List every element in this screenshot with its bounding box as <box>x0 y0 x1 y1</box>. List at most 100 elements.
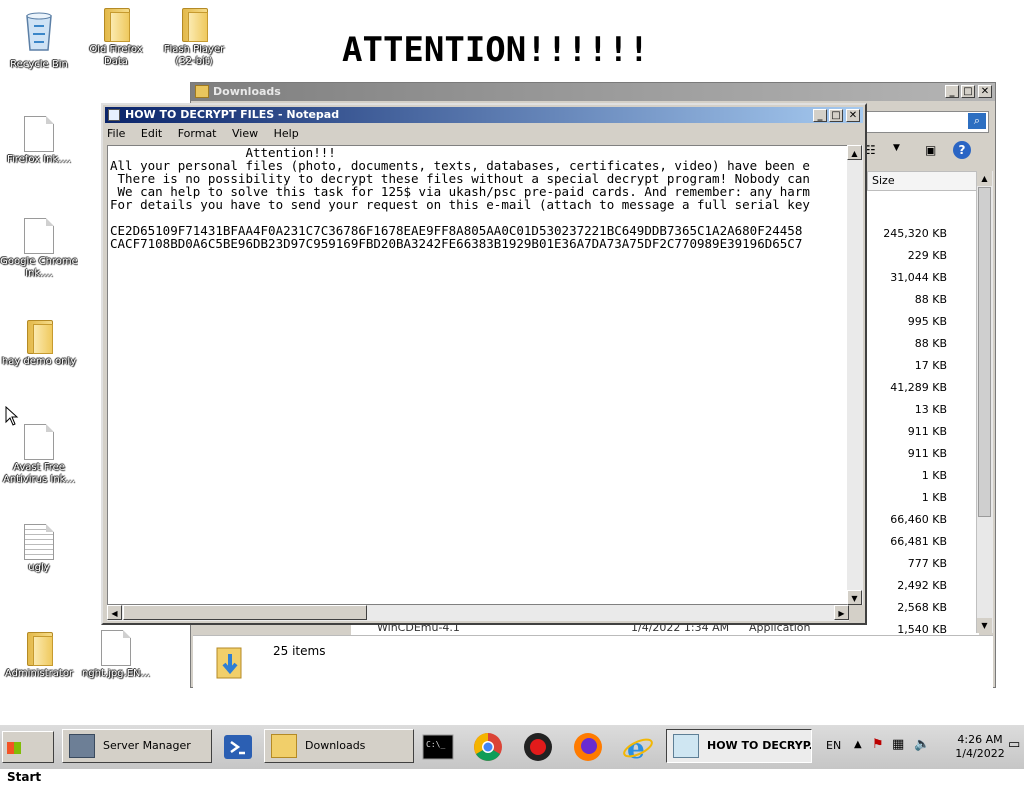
vertical-scrollbar[interactable]: ▲ ▼ <box>976 171 993 633</box>
notepad-titlebar[interactable]: HOW TO DECRYPT FILES - Notepad _ □ ✕ <box>105 107 863 123</box>
recycle-bin-icon <box>0 6 78 57</box>
size-cell: 13 KB <box>914 403 947 416</box>
network-icon[interactable]: ▦ <box>892 737 904 752</box>
volume-icon[interactable]: 🔈 <box>914 737 930 752</box>
scroll-down-arrow[interactable]: ▼ <box>847 590 862 605</box>
firefox-icon[interactable] <box>572 731 604 763</box>
internet-explorer-icon[interactable]: e <box>622 731 654 765</box>
size-cell: 911 KB <box>907 447 947 460</box>
show-hidden-icons-icon[interactable]: ▲ <box>854 739 862 750</box>
downloads-folder-icon <box>215 644 245 680</box>
desktop-icon-old-firefox-data[interactable]: Old Firefox Data <box>77 6 155 68</box>
desktop-icon-avast[interactable]: Avast Free Antivirus Ink... <box>0 424 78 486</box>
clock[interactable]: 4:26 AM 1/4/2022 <box>950 733 1010 761</box>
desktop-icon-hay-demo-only[interactable]: hay demo only <box>0 318 78 368</box>
show-desktop-icon[interactable]: ▭ <box>1008 737 1020 752</box>
windows-logo-icon <box>7 741 21 754</box>
minimize-button[interactable]: _ <box>945 85 959 98</box>
powershell-icon[interactable] <box>222 731 254 763</box>
size-cell: 66,460 KB <box>890 513 947 526</box>
desktop-icon-flash-player[interactable]: Flash Player (32-bit) <box>155 6 233 68</box>
menu-help[interactable]: Help <box>274 127 299 140</box>
language-indicator[interactable]: EN <box>826 739 841 752</box>
desktop-icon-label: Avast Free Antivirus Ink... <box>2 462 76 485</box>
menu-bar: File Edit Format View Help <box>107 125 311 143</box>
notepad-title: HOW TO DECRYPT FILES - Notepad <box>125 108 340 121</box>
svg-text:e: e <box>627 732 645 763</box>
taskbar-button-label: Downloads <box>305 739 366 752</box>
desktop-icon-google-chrome-link[interactable]: Google Chrome Ink.... <box>0 218 78 280</box>
desktop-icon-label: Old Firefox Data <box>89 44 143 67</box>
column-header-size[interactable]: Size <box>867 171 977 191</box>
horizontal-scrollbar[interactable]: ◀ ▶ <box>107 605 849 621</box>
scroll-right-arrow[interactable]: ▶ <box>834 605 849 620</box>
text-editor[interactable]: Attention!!! All your personal files (ph… <box>107 145 849 605</box>
chrome-icon[interactable] <box>472 731 504 763</box>
document-icon <box>24 218 54 254</box>
scroll-thumb[interactable] <box>123 605 367 620</box>
svg-text:C:\_: C:\_ <box>426 740 445 749</box>
search-icon[interactable]: ⌕ <box>968 113 986 129</box>
size-cell: 31,044 KB <box>890 271 947 284</box>
vertical-scrollbar[interactable]: ▲ ▼ <box>847 145 863 605</box>
start-label: Start <box>7 770 42 784</box>
taskbar-server-manager[interactable]: Server Manager <box>62 729 212 763</box>
scroll-left-arrow[interactable]: ◀ <box>107 605 122 620</box>
explorer-titlebar[interactable]: Downloads _ □ ✕ <box>191 83 995 101</box>
menu-edit[interactable]: Edit <box>141 127 162 140</box>
item-count: 25 items <box>273 644 326 658</box>
desktop-icon-recycle-bin[interactable]: Recycle Bin <box>0 6 78 71</box>
menu-format[interactable]: Format <box>178 127 217 140</box>
taskbar-downloads[interactable]: Downloads <box>264 729 414 763</box>
document-icon <box>24 116 54 152</box>
desktop-icon-administrator[interactable]: Administrator <box>0 630 78 680</box>
maximize-button[interactable]: □ <box>961 85 975 98</box>
scroll-up-arrow[interactable]: ▲ <box>847 145 862 160</box>
minimize-button[interactable]: _ <box>813 109 827 122</box>
scroll-thumb[interactable] <box>978 187 991 517</box>
menu-file[interactable]: File <box>107 127 125 140</box>
menu-view[interactable]: View <box>232 127 258 140</box>
command-prompt-icon[interactable]: C:\_ <box>422 731 454 763</box>
search-input[interactable]: ⌕ <box>861 111 989 133</box>
close-button[interactable]: ✕ <box>978 85 992 98</box>
size-column: 245,320 KB 229 KB 31,044 KB 88 KB 995 KB… <box>867 223 947 641</box>
chevron-down-icon[interactable]: ▼ <box>893 143 900 153</box>
action-center-flag-icon[interactable]: ⚑ <box>872 737 884 752</box>
help-icon[interactable]: ? <box>953 141 971 159</box>
size-cell: 995 KB <box>907 315 947 328</box>
folder-icon <box>100 6 132 42</box>
taskbar-button-label: HOW TO DECRYP... <box>707 739 812 752</box>
size-cell: 66,481 KB <box>890 535 947 548</box>
folder-icon <box>23 630 55 666</box>
size-cell: 2,568 KB <box>897 601 947 614</box>
start-button[interactable]: Start <box>2 731 54 784</box>
size-cell: 777 KB <box>907 557 947 570</box>
size-cell: 245,320 KB <box>883 227 947 240</box>
size-cell: 1 KB <box>921 469 947 482</box>
size-cell: 911 KB <box>907 425 947 438</box>
preview-pane-icon[interactable]: ▣ <box>925 143 936 157</box>
taskbar-notepad[interactable]: HOW TO DECRYP... <box>666 729 812 763</box>
taskbar-button-label: Server Manager <box>103 739 191 752</box>
size-cell: 88 KB <box>914 293 947 306</box>
desktop-icon-nght-jpg[interactable]: nght.jpg.EN... <box>77 630 155 680</box>
notepad-window[interactable]: HOW TO DECRYPT FILES - Notepad _ □ ✕ Fil… <box>101 103 867 625</box>
document-icon <box>24 424 54 460</box>
desktop-icon-label: Recycle Bin <box>10 59 68 70</box>
mouse-cursor-icon <box>5 405 19 429</box>
clock-time: 4:26 AM <box>957 733 1003 746</box>
desktop-icon-ugly[interactable]: ugly <box>0 524 78 574</box>
maximize-button[interactable]: □ <box>829 109 843 122</box>
folder-icon <box>23 318 55 354</box>
desktop-icon-label: ugly <box>28 562 50 573</box>
server-manager-icon <box>69 734 95 758</box>
size-cell: 2,492 KB <box>897 579 947 592</box>
desktop-icon-label: Firefox Ink.... <box>6 154 72 165</box>
record-icon[interactable] <box>522 731 554 763</box>
close-button[interactable]: ✕ <box>846 109 860 122</box>
scroll-up-arrow[interactable]: ▲ <box>977 171 992 186</box>
scroll-down-arrow[interactable]: ▼ <box>977 618 992 633</box>
folder-icon <box>271 734 297 758</box>
desktop-icon-firefox-link[interactable]: Firefox Ink.... <box>0 116 78 166</box>
